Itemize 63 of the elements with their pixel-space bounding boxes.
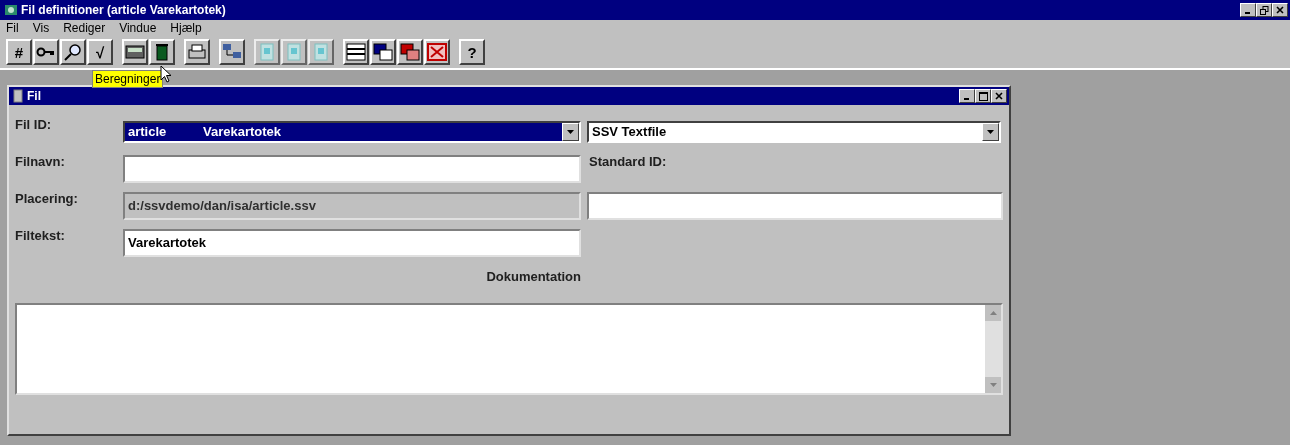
file-text-field[interactable]: Varekartotek	[123, 228, 581, 257]
close-button[interactable]	[1272, 3, 1288, 17]
toolbar-button[interactable]: √	[87, 39, 113, 65]
section-label: Dokumentation	[486, 268, 581, 284]
close-window-icon	[427, 43, 447, 61]
close-icon	[995, 92, 1003, 100]
field-label: Filtekst:	[15, 227, 66, 243]
maximize-button[interactable]	[975, 89, 991, 103]
menu-item[interactable]: Rediger	[63, 21, 106, 35]
trash-icon	[155, 43, 169, 61]
toolbar-button[interactable]	[149, 39, 175, 65]
toolbar-button[interactable]	[370, 39, 396, 65]
calculator-icon	[125, 44, 145, 60]
tooltip: Beregninger	[92, 70, 164, 88]
minimize-button[interactable]	[959, 89, 975, 103]
minimize-button[interactable]	[1240, 3, 1256, 17]
window-title: Fil definitioner (article Varekartotek)	[21, 3, 226, 17]
scrollbar[interactable]	[985, 305, 1001, 393]
key-icon	[36, 45, 56, 59]
toolbar-button[interactable]	[184, 39, 210, 65]
field-label: Filnavn:	[15, 153, 66, 169]
document-icon	[312, 43, 330, 61]
field-label: Fil ID:	[15, 116, 53, 132]
menu-item[interactable]: Vindue	[119, 21, 157, 35]
menu-item[interactable]: Vis	[32, 21, 50, 35]
windows-icon	[400, 43, 420, 61]
form-icon	[346, 43, 366, 61]
child-window-title: Fil	[27, 89, 41, 103]
toolbar-button[interactable]	[219, 39, 245, 65]
file-type-dropdown[interactable]: SSV Textfile	[587, 120, 1001, 143]
toolbar-button[interactable]	[60, 39, 86, 65]
maximize-icon	[978, 91, 988, 101]
search-icon	[63, 43, 83, 61]
toolbar-button[interactable]	[343, 39, 369, 65]
filename-field[interactable]	[123, 154, 581, 183]
file-id-dropdown[interactable]: article Varekartotek	[123, 120, 581, 143]
restore-button[interactable]	[1256, 3, 1272, 17]
scroll-down-icon	[989, 383, 997, 387]
close-icon	[1276, 6, 1284, 14]
close-button[interactable]	[991, 89, 1007, 103]
toolbar-button[interactable]: ?	[459, 39, 485, 65]
document-icon	[13, 89, 23, 103]
windows-icon	[373, 43, 393, 61]
documentation-text-area[interactable]	[15, 303, 1003, 395]
document-icon	[285, 43, 303, 61]
scroll-up-icon	[989, 311, 997, 315]
toolbar-button[interactable]: #	[6, 39, 32, 65]
dropdown-arrow-icon	[567, 129, 574, 134]
toolbar-button[interactable]	[33, 39, 59, 65]
menu-item[interactable]: Fil	[6, 21, 19, 35]
toolbar-button[interactable]	[424, 39, 450, 65]
toolbar-button[interactable]	[122, 39, 148, 65]
restore-icon	[1259, 5, 1269, 15]
field-label: Standard ID:	[589, 153, 667, 169]
printer-icon	[187, 43, 207, 61]
app-icon	[4, 3, 18, 17]
standard-id-field[interactable]	[587, 191, 1003, 220]
menu-item[interactable]: Hjælp	[170, 21, 202, 35]
field-label: Placering:	[15, 190, 79, 206]
toolbar-button[interactable]	[397, 39, 423, 65]
document-icon	[258, 43, 276, 61]
dropdown-arrow-icon	[987, 129, 994, 134]
tree-icon	[222, 43, 242, 61]
